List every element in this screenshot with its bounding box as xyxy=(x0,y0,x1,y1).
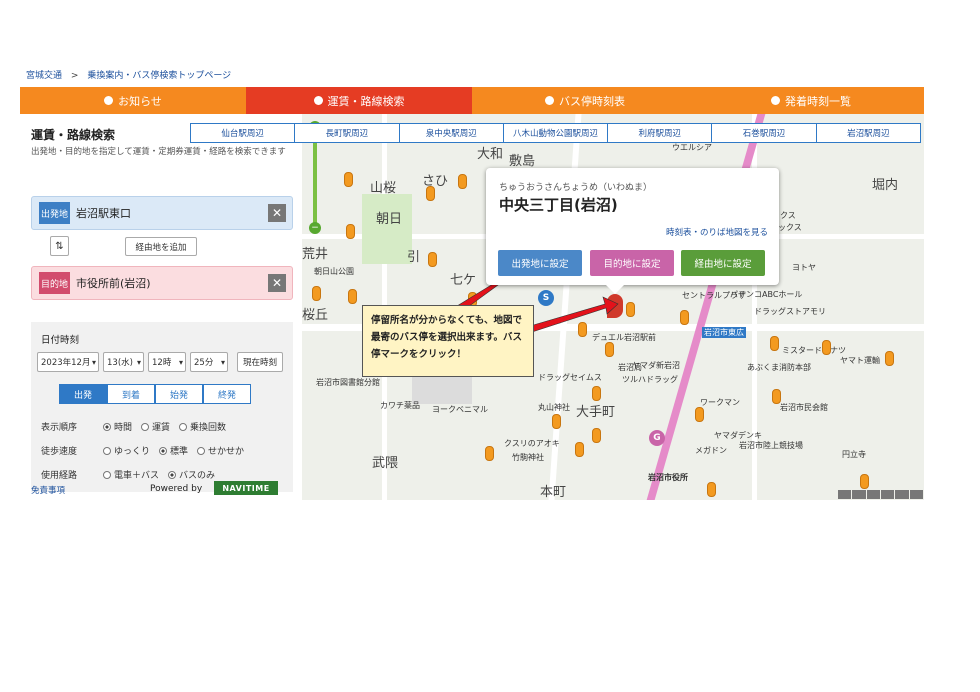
sidebar-title: 運賃・路線検索 xyxy=(31,128,116,142)
route-train-bus-radio[interactable]: 電車＋バス xyxy=(103,468,159,481)
time-mode-tabs: 出発 到着 始発 終発 xyxy=(59,384,251,404)
month-select[interactable]: 2023年12月 xyxy=(37,352,99,372)
timetable-link[interactable]: 時刻表・のりば地図を見る xyxy=(666,226,768,238)
map-control-icon[interactable] xyxy=(852,490,866,499)
clear-departure-button[interactable]: ✕ xyxy=(268,204,286,222)
navitime-logo: NAVITIME xyxy=(214,481,278,495)
instruction-note: 停留所名が分からなくても、地図で最寄のバス停を選択出来ます。バス停マークをクリッ… xyxy=(362,305,534,377)
mode-arrival[interactable]: 到着 xyxy=(107,384,155,404)
breadcrumb-separator: > xyxy=(70,71,79,81)
arrow-to-bus-stop xyxy=(529,296,619,333)
mode-departure[interactable]: 出発 xyxy=(59,384,107,404)
clear-destination-button[interactable]: ✕ xyxy=(268,274,286,292)
area-tab-ishinomaki[interactable]: 石巻駅周辺 xyxy=(711,123,817,143)
destination-field[interactable]: 市役所前(岩沼) xyxy=(76,275,268,291)
route-bus-only-radio[interactable]: バスのみ xyxy=(168,468,215,481)
datetime-title: 日付時刻 xyxy=(41,335,80,346)
route-type-row: 使用経路 電車＋バス バスのみ xyxy=(41,468,224,481)
datetime-panel: 日付時刻 2023年12月 13(水) 12時 25分 現在時刻 出発 到着 始… xyxy=(31,322,293,492)
walk-slow-radio[interactable]: ゆっくり xyxy=(103,444,150,457)
map-control-icon[interactable] xyxy=(866,490,880,499)
destination-row: 目的地 市役所前(岩沼) ✕ xyxy=(31,266,293,300)
mode-last[interactable]: 終発 xyxy=(203,384,251,404)
swap-button[interactable]: ⇅ xyxy=(50,236,69,256)
area-tab-yagiyama[interactable]: 八木山動物公園駅周辺 xyxy=(502,123,609,143)
popup-stop-name: 中央三丁目(岩沼) xyxy=(499,196,618,214)
zoom-track[interactable] xyxy=(313,131,317,226)
sort-time-radio[interactable]: 時間 xyxy=(103,420,132,433)
sort-order-row: 表示順序 時間 運賃 乗換回数 xyxy=(41,420,235,433)
powered-by-text: Powered by xyxy=(150,484,203,494)
tab-timetable[interactable]: バス停時刻表 xyxy=(472,87,698,114)
area-tab-rifu[interactable]: 利府駅周辺 xyxy=(607,123,713,143)
add-via-button[interactable]: 経由地を追加 xyxy=(125,237,197,256)
walk-speed-row: 徒歩速度 ゆっくり 標準 せかせか xyxy=(41,444,253,457)
now-button[interactable]: 現在時刻 xyxy=(237,352,283,372)
tab-news[interactable]: お知らせ xyxy=(20,87,246,114)
sidebar-description: 出発地・目的地を指定して運賃・定期券運賃・経路を検索できます xyxy=(31,147,286,157)
area-shortcut-tabs: 仙台駅周辺 長町駅周辺 泉中央駅周辺 八木山動物公園駅周辺 利府駅周辺 石巻駅周… xyxy=(190,123,921,143)
area-tab-nagamachi[interactable]: 長町駅周辺 xyxy=(294,123,400,143)
main-nav: お知らせ 運賃・路線検索 バス停時刻表 発着時刻一覧 xyxy=(20,87,924,114)
day-select[interactable]: 13(水) xyxy=(103,352,144,372)
info-icon xyxy=(545,96,554,105)
clock-icon xyxy=(771,96,780,105)
breadcrumb-home[interactable]: 宮城交通 xyxy=(26,71,62,81)
map-controls[interactable] xyxy=(838,490,923,499)
tab-fare-search[interactable]: 運賃・路線検索 xyxy=(246,87,472,114)
set-destination-button[interactable]: 目的地に設定 xyxy=(590,250,674,276)
disclaimer-link[interactable]: 免責事項 xyxy=(31,484,65,496)
map-control-icon[interactable] xyxy=(895,490,909,499)
area-tab-izumichuo[interactable]: 泉中央駅周辺 xyxy=(398,123,504,143)
map-control-icon[interactable] xyxy=(880,490,895,499)
tab-departure-list[interactable]: 発着時刻一覧 xyxy=(698,87,924,114)
breadcrumb: 宮城交通 > 乗換案内・バス停検索トップページ xyxy=(26,68,237,81)
area-tab-iwanuma[interactable]: 岩沼駅周辺 xyxy=(815,123,921,143)
sort-fare-radio[interactable]: 運賃 xyxy=(141,420,170,433)
mode-first[interactable]: 始発 xyxy=(155,384,203,404)
sort-transfers-radio[interactable]: 乗換回数 xyxy=(179,420,226,433)
popup-kana: ちゅうおうさんちょうめ（いわぬま） xyxy=(499,183,653,193)
departure-field[interactable]: 岩沼駅東口 xyxy=(76,205,268,221)
search-sidebar: 運賃・路線検索 出発地・目的地を指定して運賃・定期券運賃・経路を検索できます 出… xyxy=(20,114,302,500)
map-control-icon[interactable] xyxy=(838,490,852,499)
set-via-button[interactable]: 経由地に設定 xyxy=(681,250,765,276)
destination-label: 目的地 xyxy=(39,272,70,294)
map-control-icon[interactable] xyxy=(909,490,923,499)
area-tab-sendai[interactable]: 仙台駅周辺 xyxy=(190,123,296,143)
hour-select[interactable]: 12時 xyxy=(148,352,186,372)
walk-normal-radio[interactable]: 標準 xyxy=(159,444,188,457)
departure-row: 出発地 岩沼駅東口 ✕ xyxy=(31,196,293,230)
set-departure-button[interactable]: 出発地に設定 xyxy=(498,250,582,276)
bus-stop-popup: ちゅうおうさんちょうめ（いわぬま） 中央三丁目(岩沼) 時刻表・のりば地図を見る… xyxy=(486,168,779,294)
breadcrumb-current[interactable]: 乗換案内・バス停検索トップページ xyxy=(87,71,231,81)
info-icon xyxy=(104,96,114,105)
walk-fast-radio[interactable]: せかせか xyxy=(197,444,244,457)
minute-select[interactable]: 25分 xyxy=(190,352,228,372)
departure-label: 出発地 xyxy=(39,202,70,224)
yen-icon xyxy=(313,96,323,105)
zoom-out-button[interactable]: − xyxy=(309,222,321,234)
